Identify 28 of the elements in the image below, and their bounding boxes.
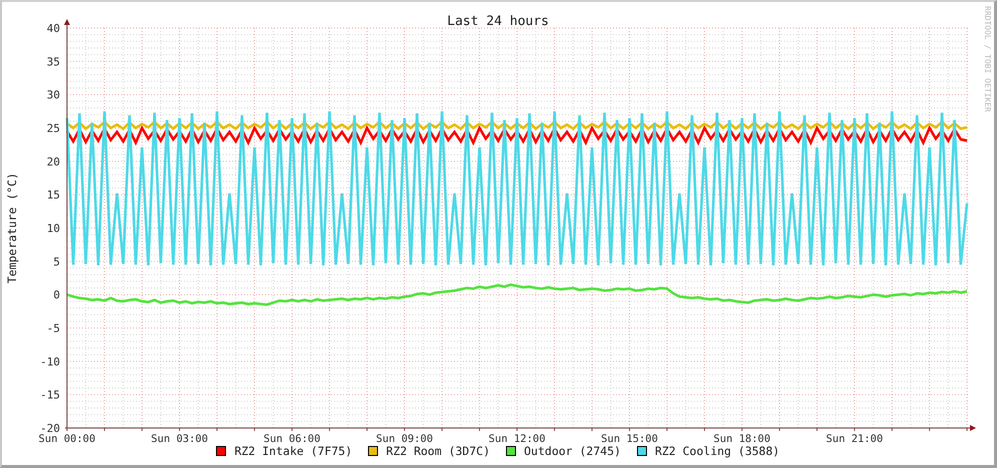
y-tick-label: 0 (53, 288, 60, 302)
x-tick-label: Sun 00:00 (38, 433, 96, 444)
legend-label: Outdoor (2745) (524, 444, 621, 458)
y-tick-label: -5 (46, 322, 60, 335)
y-tick-label: 15 (46, 188, 60, 202)
y-tick-label: -10 (40, 355, 60, 368)
x-tick-label: Sun 12:00 (488, 433, 546, 444)
x-tick-label: Sun 09:00 (376, 433, 433, 444)
y-tick-label: 25 (46, 122, 60, 135)
legend-label: RZ2 Intake (7F75) (234, 444, 352, 458)
y-tick-label: 10 (46, 222, 60, 235)
credit-text: RRDTOOL / TOBI OETIKER (983, 6, 992, 112)
chart-title: Last 24 hours (447, 14, 549, 29)
x-tick-label: Sun 03:00 (151, 433, 208, 444)
y-tick-label: 5 (53, 255, 60, 268)
y-tick-label: 30 (46, 88, 60, 102)
x-tick-label: Sun 18:00 (714, 433, 770, 444)
y-tick-label: 20 (46, 155, 60, 168)
x-tick-label: Sun 06:00 (264, 433, 320, 444)
legend-label: RZ2 Cooling (3588) (654, 444, 780, 458)
y-tick-label: -20 (40, 422, 60, 435)
x-tick-label: Sun 21:00 (826, 433, 883, 444)
y-tick-label: 40 (46, 22, 60, 35)
legend-label: RZ2 Room (3D7C) (386, 444, 490, 458)
y-tick-label: -15 (40, 388, 60, 402)
y-tick-label: 35 (46, 55, 60, 68)
y-axis-label: Temperature (°C) (5, 172, 19, 284)
x-tick-label: Sun 15:00 (601, 433, 658, 444)
